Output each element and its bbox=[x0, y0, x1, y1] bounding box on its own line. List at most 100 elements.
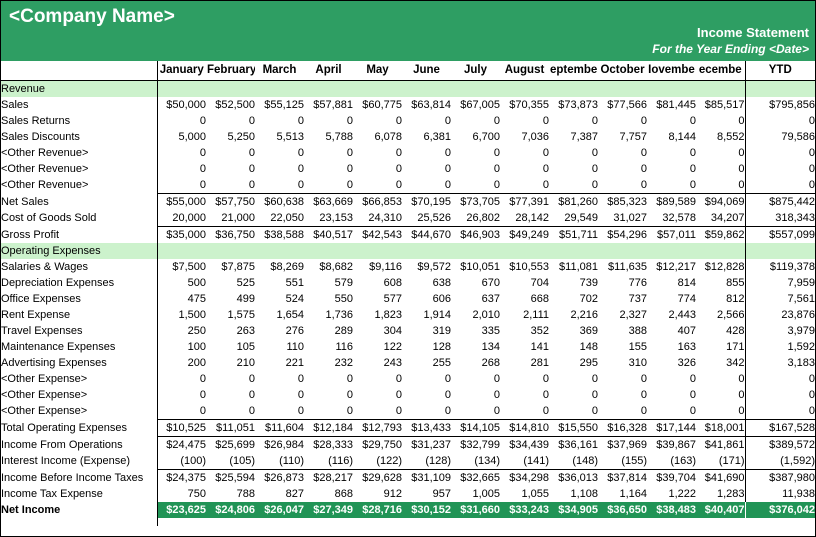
income-statement-table: January February March April May June July Augu… bbox=[1, 61, 815, 526]
cell-month: $67,005 bbox=[460, 99, 500, 111]
spacer-cell bbox=[1, 518, 158, 526]
row-label: Income Before Income Taxes bbox=[1, 469, 158, 486]
cell-month: $36,013 bbox=[549, 469, 598, 486]
cell-month: 0 bbox=[689, 405, 696, 417]
cell-month: (100) bbox=[180, 455, 206, 467]
cell-ytd: (1,592) bbox=[744, 453, 815, 470]
cell-month: 0 bbox=[248, 115, 255, 127]
cell-month: $28,333 bbox=[304, 436, 353, 453]
cell-month: $39,704 bbox=[647, 469, 696, 486]
cell-month: 0 bbox=[444, 147, 451, 159]
cell-month: 1,500 bbox=[178, 309, 206, 321]
spacer-cell bbox=[745, 518, 815, 526]
cell-month: $54,296 bbox=[607, 229, 647, 241]
cell-month: $77,391 bbox=[500, 193, 549, 210]
cell-month bbox=[696, 80, 745, 97]
cell-month: 827 bbox=[285, 488, 304, 500]
cell-month: $31,660 bbox=[451, 502, 500, 518]
cell-month: $28,217 bbox=[304, 469, 353, 486]
cell-month bbox=[500, 80, 549, 97]
cell-month: 0 bbox=[444, 389, 451, 401]
cell-month: $8,682 bbox=[319, 261, 353, 273]
cell-month: $9,572 bbox=[417, 261, 451, 273]
cell-month: $12,217 bbox=[656, 261, 696, 273]
cell-month: 1,164 bbox=[619, 488, 647, 500]
cell-month: 0 bbox=[444, 179, 451, 191]
cell-month: 0 bbox=[738, 115, 745, 127]
cell-ytd: 3,979 bbox=[744, 323, 815, 339]
cell-month: $85,323 bbox=[598, 193, 647, 210]
cell-ytd: $387,980 bbox=[744, 469, 815, 486]
cell-month: $7,500 bbox=[172, 261, 206, 273]
cell-month: 0 bbox=[542, 147, 549, 159]
cell-month bbox=[353, 243, 402, 259]
table-row: <Other Expense> 0 0 0 0 0 0 0 0 0 0 0 0 0 bbox=[1, 387, 815, 403]
cell-month: $27,349 bbox=[304, 502, 353, 518]
cell-ytd: 3,183 bbox=[744, 355, 815, 371]
cell-month: 0 bbox=[199, 389, 206, 401]
cell-month: 25,526 bbox=[402, 210, 451, 227]
cell-month: 0 bbox=[542, 389, 549, 401]
cell-month: $63,814 bbox=[411, 99, 451, 111]
cell-month: 499 bbox=[236, 293, 255, 305]
cell-month: $36,650 bbox=[598, 502, 647, 518]
spacer-cell bbox=[696, 518, 745, 526]
statement-title: Income Statement bbox=[697, 25, 809, 40]
cell-month: $38,483 bbox=[647, 502, 696, 518]
cell-month: $41,861 bbox=[696, 436, 745, 453]
cell-month: $29,750 bbox=[353, 436, 402, 453]
cell-month: 0 bbox=[297, 389, 304, 401]
row-label: Depreciation Expenses bbox=[1, 275, 158, 291]
cell-month: 0 bbox=[297, 179, 304, 191]
cell-month bbox=[255, 80, 304, 97]
cell-month: 668 bbox=[530, 293, 549, 305]
cell-month: $37,814 bbox=[598, 469, 647, 486]
cell-month: 814 bbox=[677, 277, 696, 289]
cell-month: (105) bbox=[229, 455, 255, 467]
cell-month: $12,184 bbox=[304, 419, 353, 437]
table-header-row: January February March April May June July Augu… bbox=[1, 61, 815, 81]
cell-month: 550 bbox=[334, 293, 353, 305]
cell-month: $77,566 bbox=[607, 99, 647, 111]
cell-month: 1,914 bbox=[423, 309, 451, 321]
cell-month: 637 bbox=[481, 293, 500, 305]
cell-month: 912 bbox=[383, 488, 402, 500]
cell-month: 0 bbox=[542, 115, 549, 127]
cell-month: 0 bbox=[591, 179, 598, 191]
cell-month: 0 bbox=[640, 405, 647, 417]
cell-month: $50,000 bbox=[166, 99, 206, 111]
cell-month: 5,513 bbox=[276, 131, 304, 143]
cell-month: 116 bbox=[335, 341, 353, 353]
table-row: Advertising Expenses 200 210 221 232 243 255 26… bbox=[1, 355, 815, 371]
cell-month: 289 bbox=[334, 325, 353, 337]
cell-month: $39,867 bbox=[647, 436, 696, 453]
cell-month: $34,298 bbox=[500, 469, 549, 486]
cell-month: 22,050 bbox=[255, 210, 304, 227]
cell-month: (110) bbox=[279, 455, 304, 467]
column-header-month: August bbox=[500, 61, 549, 81]
cell-month: 128 bbox=[432, 341, 451, 353]
cell-month: 0 bbox=[640, 163, 647, 175]
cell-month: 0 bbox=[346, 389, 353, 401]
cell-month: $46,903 bbox=[460, 229, 500, 241]
cell-month: $55,000 bbox=[157, 193, 206, 210]
table-row: Net Income $23,625 $24,806 $26,047 $27,349 $2… bbox=[1, 502, 815, 518]
table-row: <Other Revenue> 0 0 0 0 0 0 0 0 0 0 0 0 0 bbox=[1, 177, 815, 194]
cell-month: 0 bbox=[689, 373, 696, 385]
row-label: Net Sales bbox=[1, 193, 158, 210]
cell-month: 0 bbox=[248, 163, 255, 175]
cell-month: 2,010 bbox=[472, 309, 500, 321]
cell-ytd: 0 bbox=[744, 161, 815, 177]
section-header-row: Revenue bbox=[1, 80, 815, 97]
cell-ytd: 318,343 bbox=[744, 210, 815, 227]
column-header-month: April bbox=[304, 61, 353, 81]
cell-month bbox=[647, 80, 696, 97]
cell-month bbox=[157, 243, 206, 259]
cell-month: 0 bbox=[640, 179, 647, 191]
cell-month: $60,775 bbox=[362, 99, 402, 111]
cell-month: 0 bbox=[640, 115, 647, 127]
cell-month: 141 bbox=[530, 341, 549, 353]
cell-month: 8,144 bbox=[668, 131, 696, 143]
cell-month: 6,078 bbox=[374, 131, 402, 143]
spacer-cell bbox=[549, 518, 598, 526]
